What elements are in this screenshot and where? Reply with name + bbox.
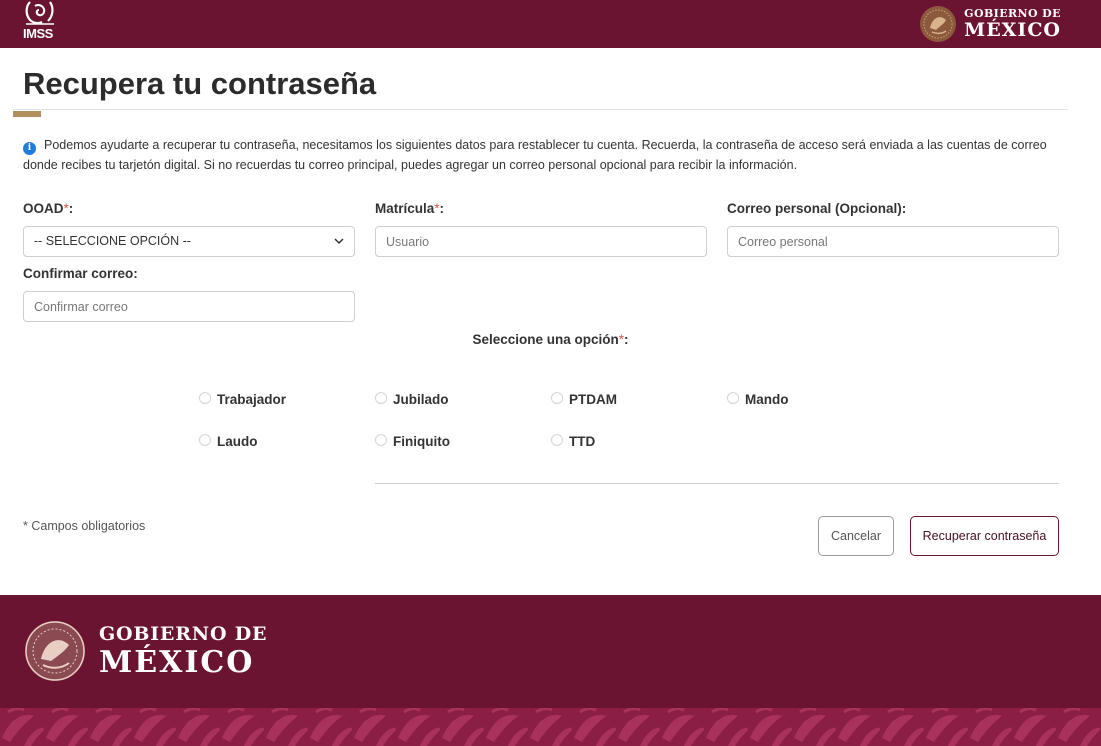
radio-circle[interactable] <box>375 391 387 404</box>
radio-label: Finiquito <box>393 434 450 449</box>
radio-label: Mando <box>745 392 789 407</box>
gobierno-logo-footer[interactable]: GOBIERNO DE MÉXICO <box>23 619 267 683</box>
radio-label: TTD <box>569 434 596 449</box>
option-title-text: Seleccione una opción <box>472 332 619 347</box>
footer: GOBIERNO DE MÉXICO <box>0 595 1101 746</box>
mexico-label: MÉXICO <box>99 644 255 680</box>
ooad-select[interactable]: -- SELECCIONE OPCIÓN -- <box>23 226 355 257</box>
confirmar-correo-label: Confirmar correo: <box>23 266 138 281</box>
radio-ttd[interactable]: TTD <box>551 433 596 449</box>
info-icon: i <box>23 142 36 155</box>
required-fields-note: * Campos obligatorios <box>23 519 146 533</box>
radio-circle[interactable] <box>727 391 739 404</box>
radio-label: Trabajador <box>217 392 287 407</box>
radio-label: PTDAM <box>569 392 617 407</box>
radio-ptdam[interactable]: PTDAM <box>551 391 617 407</box>
radio-label: Jubilado <box>393 392 449 407</box>
chevron-down-icon <box>334 238 344 245</box>
radio-trabajador[interactable]: Trabajador <box>199 391 287 407</box>
radio-circle[interactable] <box>199 433 211 446</box>
radio-laudo[interactable]: Laudo <box>199 433 258 449</box>
decorative-pattern <box>0 708 1101 746</box>
recover-password-button[interactable]: Recuperar contraseña <box>910 516 1059 556</box>
imss-logo-text: IMSS <box>23 26 53 41</box>
form-divider <box>375 483 1059 484</box>
mexico-seal-icon <box>920 6 957 42</box>
ooad-label-text: OOAD <box>23 201 64 216</box>
title-accent-bar <box>13 111 41 117</box>
radio-label: Laudo <box>217 434 258 449</box>
radio-mando[interactable]: Mando <box>727 391 789 407</box>
label-colon: : <box>439 201 445 216</box>
page-title: Recupera tu contraseña <box>23 66 377 101</box>
cancel-button[interactable]: Cancelar <box>818 516 894 556</box>
radio-circle[interactable] <box>551 433 563 446</box>
title-divider <box>13 109 1068 110</box>
gobierno-logo-header[interactable]: GOBIERNO DE MÉXICO <box>918 2 1061 46</box>
info-message: i Podemos ayudarte a recuperar tu contras… <box>23 135 1063 175</box>
confirmar-correo-input[interactable] <box>23 291 355 322</box>
correo-personal-input[interactable] <box>727 226 1059 257</box>
radio-circle[interactable] <box>375 433 387 446</box>
mexico-seal-icon <box>25 621 85 681</box>
label-colon: : <box>68 201 74 216</box>
ooad-label: OOAD*: <box>23 201 73 216</box>
matricula-input[interactable] <box>375 226 707 257</box>
radio-circle[interactable] <box>199 391 211 404</box>
ooad-selected-value: -- SELECCIONE OPCIÓN -- <box>34 234 191 248</box>
label-colon: : <box>624 332 629 347</box>
radio-jubilado[interactable]: Jubilado <box>375 391 449 407</box>
info-text: Podemos ayudarte a recuperar tu contrase… <box>23 138 1047 172</box>
matricula-label-text: Matrícula <box>375 201 435 216</box>
gobierno-label: GOBIERNO DE <box>99 622 268 645</box>
option-group-title: Seleccione una opción*: <box>0 332 1101 347</box>
radio-finiquito[interactable]: Finiquito <box>375 433 450 449</box>
mexico-label: MÉXICO <box>964 19 1061 41</box>
top-header: IMSS GOBIERNO DE MÉXICO <box>0 0 1101 48</box>
correo-label: Correo personal (Opcional): <box>727 201 907 216</box>
radio-circle[interactable] <box>551 391 563 404</box>
matricula-label: Matrícula*: <box>375 201 444 216</box>
gobierno-label: GOBIERNO DE <box>964 7 1061 20</box>
